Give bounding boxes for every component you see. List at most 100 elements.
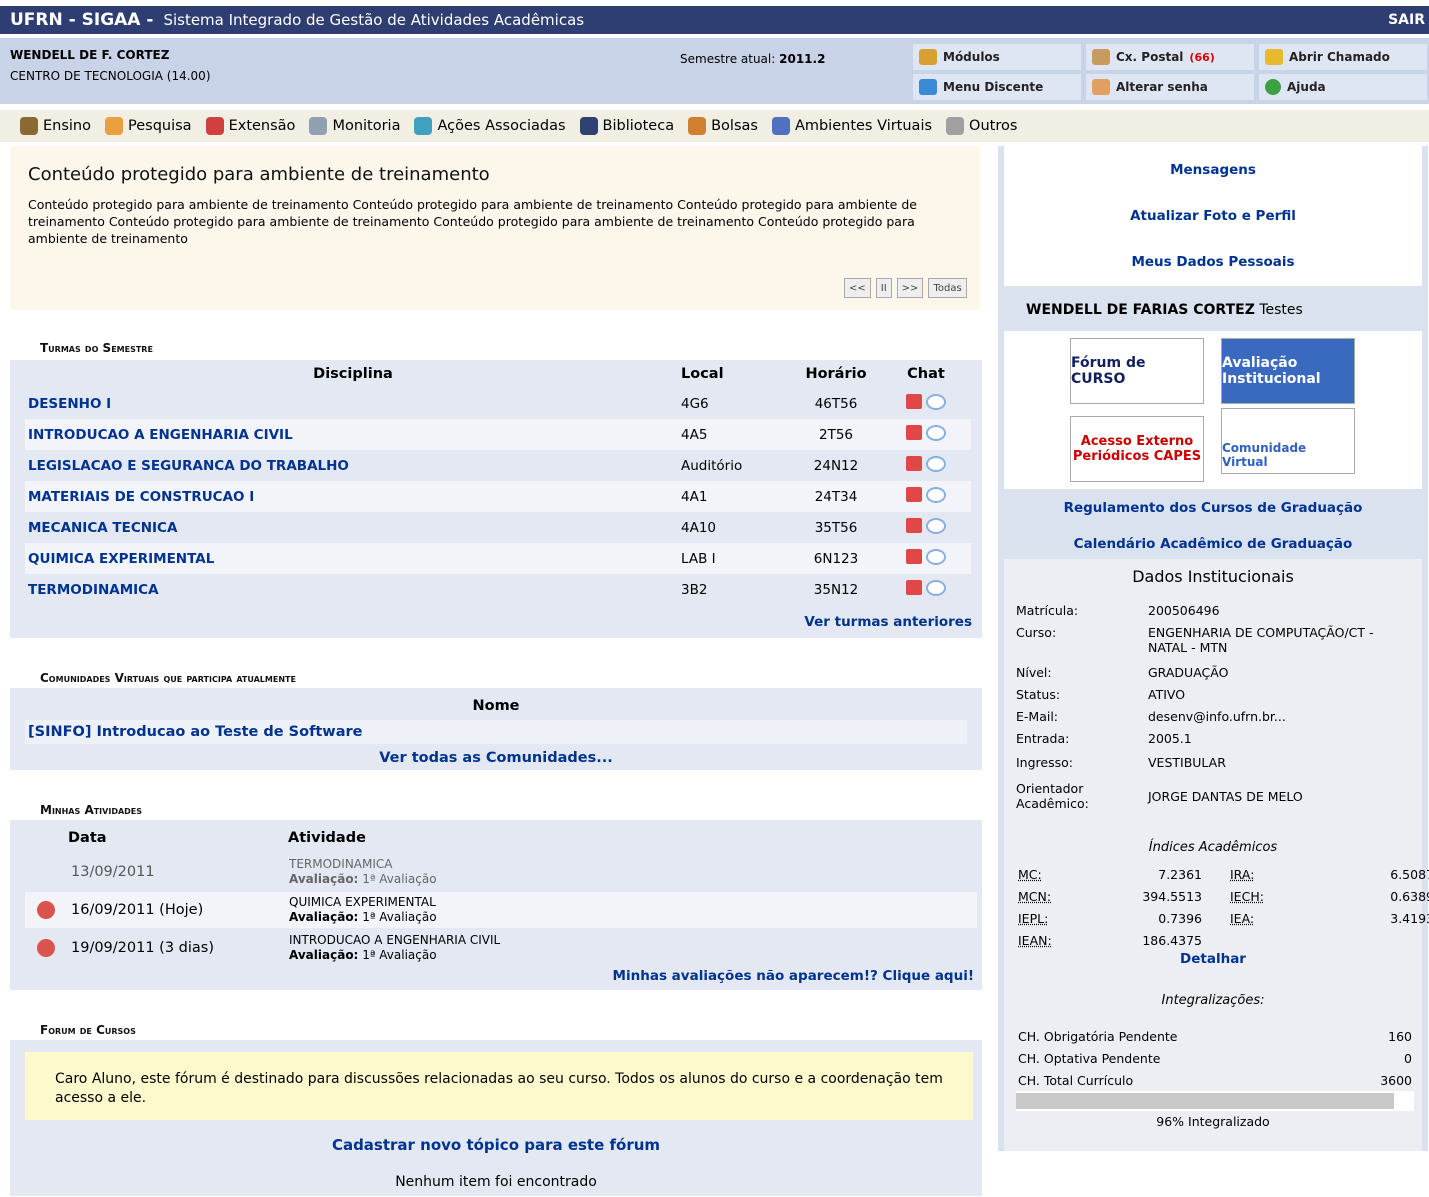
menu-acoes-label: Ações Associadas (437, 118, 566, 134)
avaliacoes-help-link[interactable]: Minhas avaliações não aparecem!? Clique … (613, 968, 974, 984)
menu-bolsas[interactable]: Bolsas (688, 117, 758, 135)
comunidade-virtual-logo[interactable]: Comunidade Virtual (1221, 408, 1355, 474)
flag-icon[interactable] (906, 456, 922, 472)
notice-title: Conteúdo protegido para ambiente de trei… (28, 164, 490, 185)
table-row: LEGISLACAO E SEGURANCA DO TRABALHO Auditó… (25, 450, 971, 481)
heart-icon (205, 117, 224, 135)
menu-extensao-label: Extensão (228, 118, 296, 134)
disciplina-link[interactable]: MATERIAIS DE CONSTRUCAO I (28, 489, 254, 505)
atividades-title: Minhas Atividades (40, 803, 143, 817)
indice-l2: IECH: (1230, 889, 1264, 904)
menu-discente-button[interactable]: Menu Discente (913, 74, 1081, 100)
inst-field-label: Orientador Acadêmico: (1016, 781, 1089, 811)
disciplina-link[interactable]: LEGISLACAO E SEGURANCA DO TRABALHO (28, 458, 349, 474)
menu-bolsas-label: Bolsas (711, 118, 758, 134)
disciplina-link[interactable]: DESENHO I (28, 396, 111, 412)
all-button[interactable]: Todas (928, 278, 967, 298)
turmas-title: Turmas do Semestre (40, 341, 153, 355)
disciplina-link[interactable]: QUIMICA EXPERIMENTAL (28, 551, 214, 567)
inst-field-value: desenv@info.ufrn.br... (1148, 709, 1286, 724)
flag-icon[interactable] (906, 518, 922, 534)
avaliacao-institucional-logo[interactable]: Avaliação Institucional (1221, 338, 1355, 404)
notice-nav: << II >> Todas (844, 278, 967, 298)
menu-discente-label: Menu Discente (943, 80, 1044, 94)
next-button[interactable]: >> (896, 278, 924, 298)
integ-label: CH. Optativa Pendente (1018, 1051, 1161, 1066)
ajuda-button[interactable]: Ajuda (1259, 74, 1427, 100)
atividades-box: Data Atividade 13/09/2011 TERMODINAMICA Av… (10, 820, 982, 990)
disciplina-link[interactable]: MECANICA TECNICA (28, 520, 177, 536)
ver-turmas-anteriores-link[interactable]: Ver turmas anteriores (804, 614, 972, 630)
menu-biblioteca[interactable]: Biblioteca (579, 117, 675, 135)
indice-v2: 3.4193 (1390, 911, 1429, 926)
menu-outros-label: Outros (969, 118, 1018, 134)
indice-l1: MC: (1018, 867, 1042, 882)
flag-icon[interactable] (906, 549, 922, 565)
meus-dados-link[interactable]: Meus Dados Pessoais (998, 254, 1428, 270)
abrir-chamado-button[interactable]: Abrir Chamado (1259, 44, 1427, 70)
menu-outros[interactable]: Outros (946, 117, 1017, 135)
inst-field-value: 200506496 (1148, 603, 1220, 618)
prev-button[interactable]: << (844, 278, 871, 298)
comunidade-link[interactable]: [SINFO] Introducao ao Teste de Software (28, 724, 362, 740)
calendario-link[interactable]: Calendário Acadêmico de Graduação (998, 536, 1428, 552)
chat-icon[interactable] (926, 393, 946, 410)
disciplina-link[interactable]: TERMODINAMICA (28, 582, 159, 598)
inst-field-label: E-Mail: (1016, 709, 1059, 724)
integralizacao-label: 96% Integralizado (1156, 1114, 1270, 1129)
alert-icon (37, 901, 55, 919)
flag-icon[interactable] (906, 580, 922, 596)
chat-icon[interactable] (926, 424, 946, 441)
group-icon (771, 117, 790, 135)
flag-icon[interactable] (906, 425, 922, 441)
novo-topico-link[interactable]: Cadastrar novo tópico para este fórum (332, 1136, 660, 1154)
detalhar-link[interactable]: Detalhar (1004, 951, 1422, 967)
menu-acoes-associadas[interactable]: Ações Associadas (414, 117, 566, 135)
chat-icon[interactable] (926, 455, 946, 472)
menu-extensao[interactable]: Extensão (205, 117, 296, 135)
avaliacao-value: 1ª Avaliação (362, 910, 437, 924)
table-row: MECANICA TECNICA 4A10 35T56 (25, 512, 971, 543)
chat-icon[interactable] (926, 486, 946, 503)
menu-ambientes-virtuais[interactable]: Ambientes Virtuais (771, 117, 932, 135)
logout-link[interactable]: SAIR (1388, 12, 1425, 28)
turmas-rows: DESENHO I 4G6 46T56 INTRODUCAO A ENGENHARIA… (25, 388, 971, 605)
disciplina-link[interactable]: INTRODUCAO A ENGENHARIA CIVIL (28, 427, 293, 443)
cx-postal-button[interactable]: Cx. Postal (66) (1086, 44, 1254, 70)
mensagens-link[interactable]: Mensagens (998, 162, 1428, 178)
inst-field-label: Entrada: (1016, 731, 1070, 746)
user-key-icon (1092, 79, 1110, 95)
atividade-disciplina: TERMODINAMICA (289, 857, 393, 871)
menu-biblioteca-label: Biblioteca (602, 118, 675, 134)
col-nome: Nome (472, 698, 520, 714)
monitor-icon (309, 117, 328, 135)
menu-monitoria[interactable]: Monitoria (309, 117, 400, 135)
indices-title: Índices Acadêmicos (1148, 840, 1278, 855)
ver-todas-comunidades-link[interactable]: Ver todas as Comunidades... (379, 750, 613, 766)
forum-description: Caro Aluno, este fórum é destinado para … (25, 1052, 973, 1120)
flag-icon[interactable] (906, 394, 922, 410)
alterar-senha-button[interactable]: Alterar senha (1086, 74, 1254, 100)
chat-icon[interactable] (926, 579, 946, 596)
atualizar-foto-link[interactable]: Atualizar Foto e Perfil (998, 208, 1428, 224)
forum-curso-logo[interactable]: Fórum de CURSO (1070, 338, 1204, 404)
horario-cell: 24N12 (791, 450, 881, 481)
menu-pesquisa[interactable]: Pesquisa (105, 117, 192, 135)
user-centro: CENTRO DE TECNOLOGIA (14.00) (10, 69, 211, 83)
regulamento-link[interactable]: Regulamento dos Cursos de Graduação (998, 500, 1428, 516)
indice-l2: IRA: (1230, 867, 1255, 882)
main-menu: Ensino Pesquisa Extensão Monitoria Ações… (0, 110, 1429, 142)
col-atividade: Atividade (288, 830, 366, 846)
indice-v2: 0.6389 (1390, 889, 1429, 904)
menu-ensino[interactable]: Ensino (20, 117, 91, 135)
chat-icon[interactable] (926, 548, 946, 565)
user-fullname-line: WENDELL DE FARIAS CORTEZ Testes (1026, 302, 1303, 318)
modulos-button[interactable]: Módulos (913, 44, 1081, 70)
atividade-date: 19/09/2011 (3 dias) (71, 940, 215, 956)
pause-button[interactable]: II (875, 278, 892, 298)
chat-icon[interactable] (926, 517, 946, 534)
avaliacao-label: Avaliação: (289, 948, 359, 962)
inst-field-value: 2005.1 (1148, 731, 1192, 746)
capes-logo[interactable]: Acesso Externo Periódicos CAPES (1070, 416, 1204, 482)
flag-icon[interactable] (906, 487, 922, 503)
